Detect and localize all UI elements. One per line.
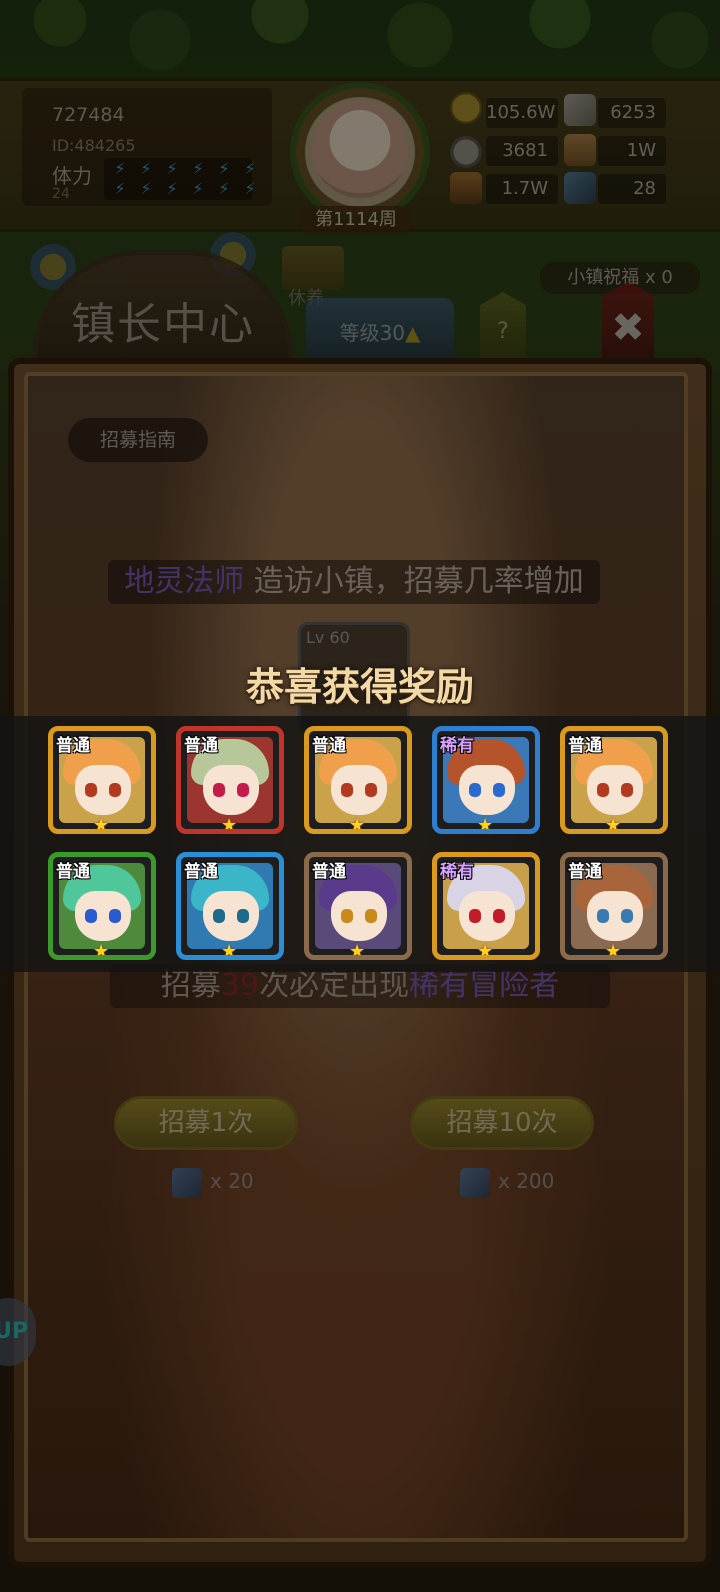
rarity-label: 稀有 (440, 736, 474, 756)
rarity-label: 普通 (312, 862, 346, 882)
hero-eye (237, 783, 249, 797)
hero-eye (597, 783, 609, 797)
star-icon: ★ (93, 815, 110, 834)
hero-eye (621, 909, 633, 923)
reward-hero-card[interactable]: 普通 ★ (176, 852, 284, 960)
reward-hero-card[interactable]: 普通 ★ (304, 726, 412, 834)
star-icon: ★ (349, 941, 366, 960)
reward-hero-card[interactable]: 普通 ★ (304, 852, 412, 960)
star-icon: ★ (93, 941, 110, 960)
rarity-label: 普通 (184, 736, 218, 756)
reward-hero-card[interactable]: 稀有 ★ (432, 726, 540, 834)
rarity-label: 稀有 (440, 862, 474, 882)
rarity-label: 普通 (568, 862, 602, 882)
hero-eye (365, 909, 377, 923)
hero-face (459, 765, 515, 815)
star-icon: ★ (349, 815, 366, 834)
hero-face (203, 891, 259, 941)
rarity-label: 普通 (312, 736, 346, 756)
hero-eye (621, 783, 633, 797)
hero-eye (237, 909, 249, 923)
hero-eye (493, 783, 505, 797)
hero-eye (597, 909, 609, 923)
reward-hero-card[interactable]: 稀有 ★ (432, 852, 540, 960)
reward-hero-card[interactable]: 普通 ★ (560, 726, 668, 834)
hero-face (75, 765, 131, 815)
hero-eye (109, 909, 121, 923)
hero-eye (85, 783, 97, 797)
hero-eye (213, 909, 225, 923)
hero-eye (365, 783, 377, 797)
star-icon: ★ (477, 815, 494, 834)
star-icon: ★ (221, 815, 238, 834)
rarity-label: 普通 (184, 862, 218, 882)
hero-eye (109, 783, 121, 797)
reward-hero-card[interactable]: 普通 ★ (48, 852, 156, 960)
hero-face (203, 765, 259, 815)
reward-title: 恭喜获得奖励 (245, 665, 474, 709)
rarity-label: 普通 (56, 736, 90, 756)
hero-face (75, 891, 131, 941)
rarity-label: 普通 (568, 736, 602, 756)
reward-grid: 普通 ★ 普通 ★ 普通 ★ 稀有 ★ 普通 ★ 普通 ★ 普通 ★ 普通 ★ 稀有 ★ 普通 ★ (48, 726, 668, 960)
hero-eye (469, 909, 481, 923)
hero-eye (341, 783, 353, 797)
reward-hero-card[interactable]: 普通 ★ (48, 726, 156, 834)
rarity-label: 普通 (56, 862, 90, 882)
hero-eye (85, 909, 97, 923)
hero-eye (493, 909, 505, 923)
star-icon: ★ (605, 815, 622, 834)
reward-hero-card[interactable]: 普通 ★ (560, 852, 668, 960)
hero-face (459, 891, 515, 941)
star-icon: ★ (477, 941, 494, 960)
hero-eye (341, 909, 353, 923)
reward-hero-card[interactable]: 普通 ★ (176, 726, 284, 834)
hero-eye (469, 783, 481, 797)
hero-face (331, 891, 387, 941)
star-icon: ★ (221, 941, 238, 960)
hero-face (331, 765, 387, 815)
hero-face (587, 891, 643, 941)
hero-face (587, 765, 643, 815)
star-icon: ★ (605, 941, 622, 960)
hero-eye (213, 783, 225, 797)
